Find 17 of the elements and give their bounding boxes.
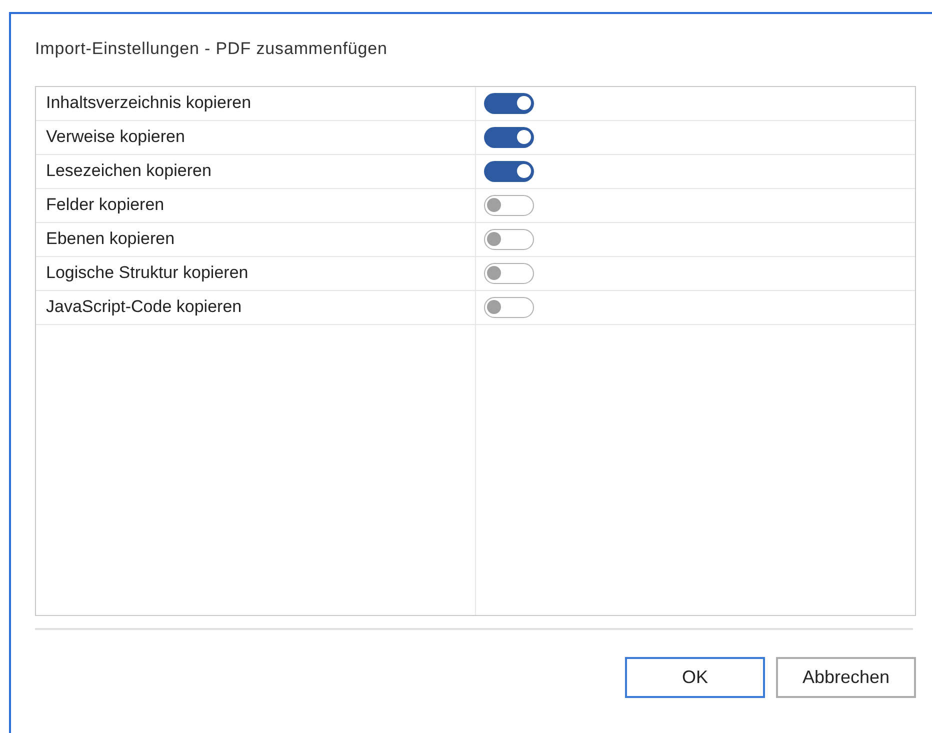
toggle-switch[interactable]: [484, 262, 534, 284]
option-label: Ebenen kopieren: [46, 228, 175, 250]
toggle-switch[interactable]: [484, 228, 534, 250]
option-label: JavaScript-Code kopieren: [46, 296, 242, 318]
option-label: Felder kopieren: [46, 194, 164, 216]
option-label: Lesezeichen kopieren: [46, 160, 212, 182]
option-label: Inhaltsverzeichnis kopieren: [46, 92, 252, 114]
option-label: Logische Struktur kopieren: [46, 262, 248, 284]
toggle-switch[interactable]: [484, 194, 534, 216]
dialog-title: Import-Einstellungen - PDF zusammenfügen: [35, 38, 388, 60]
toggle-switch[interactable]: [484, 160, 534, 182]
toggle-switch[interactable]: [484, 126, 534, 148]
dialog-button[interactable]: Abbrechen: [776, 656, 916, 698]
toggle-switch[interactable]: [484, 296, 534, 318]
dialog-button[interactable]: OK: [625, 656, 765, 698]
toggle-switch[interactable]: [484, 92, 534, 114]
option-label: Verweise kopieren: [46, 126, 185, 148]
